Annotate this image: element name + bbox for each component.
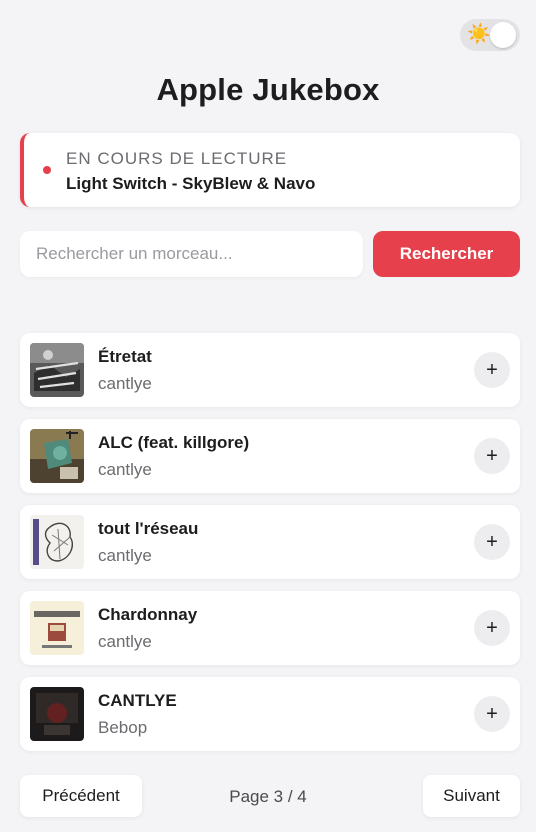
track-title: CANTLYE [98, 691, 177, 710]
now-playing-card: EN COURS DE LECTURE Light Switch - SkyBl… [20, 133, 520, 207]
track-title: Chardonnay [98, 605, 198, 624]
add-to-queue-button[interactable]: + [474, 352, 510, 388]
list-item: tout l'réseau cantlye + [20, 505, 520, 579]
search-button[interactable]: Rechercher [373, 231, 520, 277]
track-title: Étretat [98, 347, 152, 366]
album-cover-image [30, 515, 84, 569]
track-title: ALC (feat. killgore) [98, 433, 250, 452]
add-to-queue-button[interactable]: + [474, 696, 510, 732]
search-input[interactable] [20, 231, 363, 277]
list-item: ALC (feat. killgore) cantlye + [20, 419, 520, 493]
album-cover-image [30, 601, 84, 655]
add-to-queue-button[interactable]: + [474, 438, 510, 474]
track-artist: cantlye [98, 460, 152, 479]
now-playing-track: Light Switch - SkyBlew & Navo [66, 174, 316, 193]
results-list: Étretat cantlye + ALC (feat. killgore) c… [20, 333, 520, 763]
album-cover-image [30, 687, 84, 741]
theme-toggle[interactable]: ☀️ [460, 19, 520, 51]
track-artist: cantlye [98, 632, 152, 651]
add-to-queue-button[interactable]: + [474, 610, 510, 646]
track-artist: cantlye [98, 374, 152, 393]
album-cover-image [30, 343, 84, 397]
sun-icon: ☀️ [467, 24, 491, 45]
album-cover-image [30, 429, 84, 483]
list-item: Étretat cantlye + [20, 333, 520, 407]
list-item: CANTLYE Bebop + [20, 677, 520, 751]
track-artist: cantlye [98, 546, 152, 565]
toggle-knob [490, 22, 516, 48]
track-title: tout l'réseau [98, 519, 199, 538]
next-page-button[interactable]: Suivant [423, 775, 520, 817]
add-to-queue-button[interactable]: + [474, 524, 510, 560]
playing-indicator-dot [43, 166, 51, 174]
app-title: Apple Jukebox [156, 72, 380, 107]
track-artist: Bebop [98, 718, 148, 737]
now-playing-label: EN COURS DE LECTURE [66, 149, 288, 168]
list-item: Chardonnay cantlye + [20, 591, 520, 665]
